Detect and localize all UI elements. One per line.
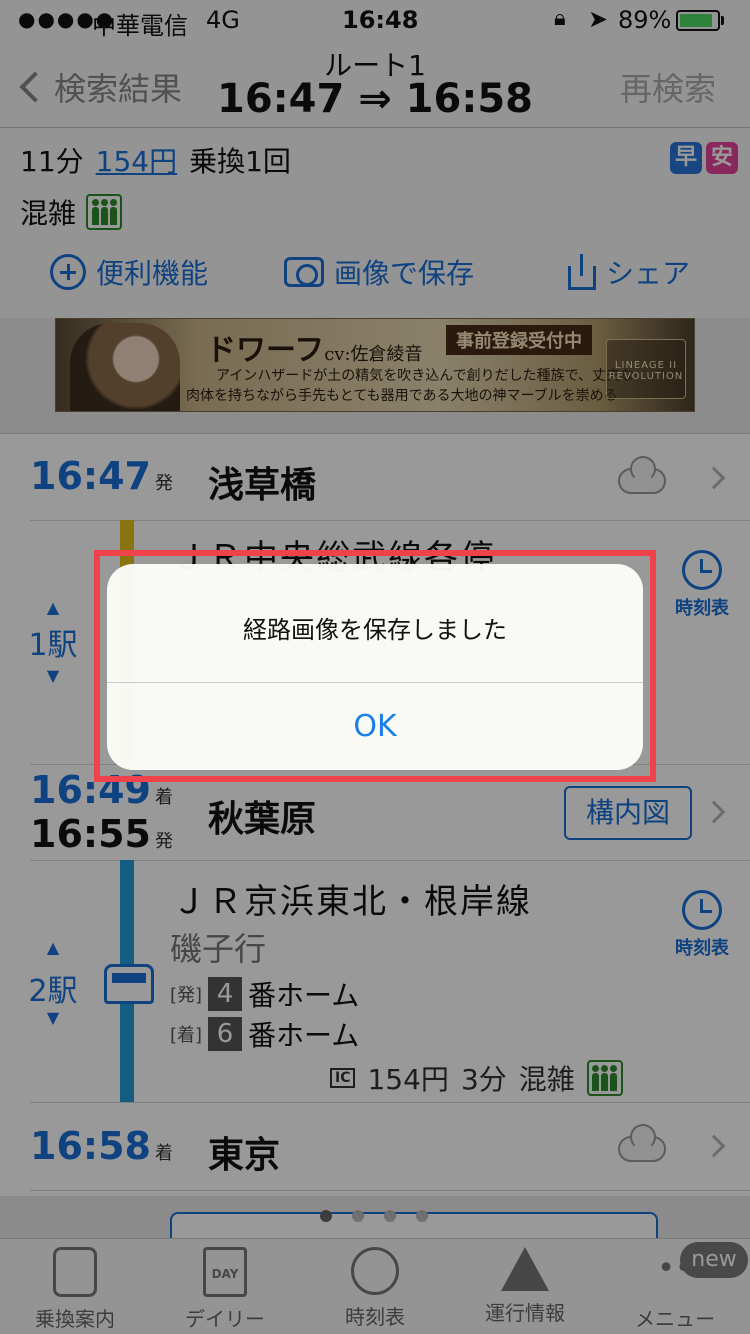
highlight-box: [94, 550, 656, 782]
